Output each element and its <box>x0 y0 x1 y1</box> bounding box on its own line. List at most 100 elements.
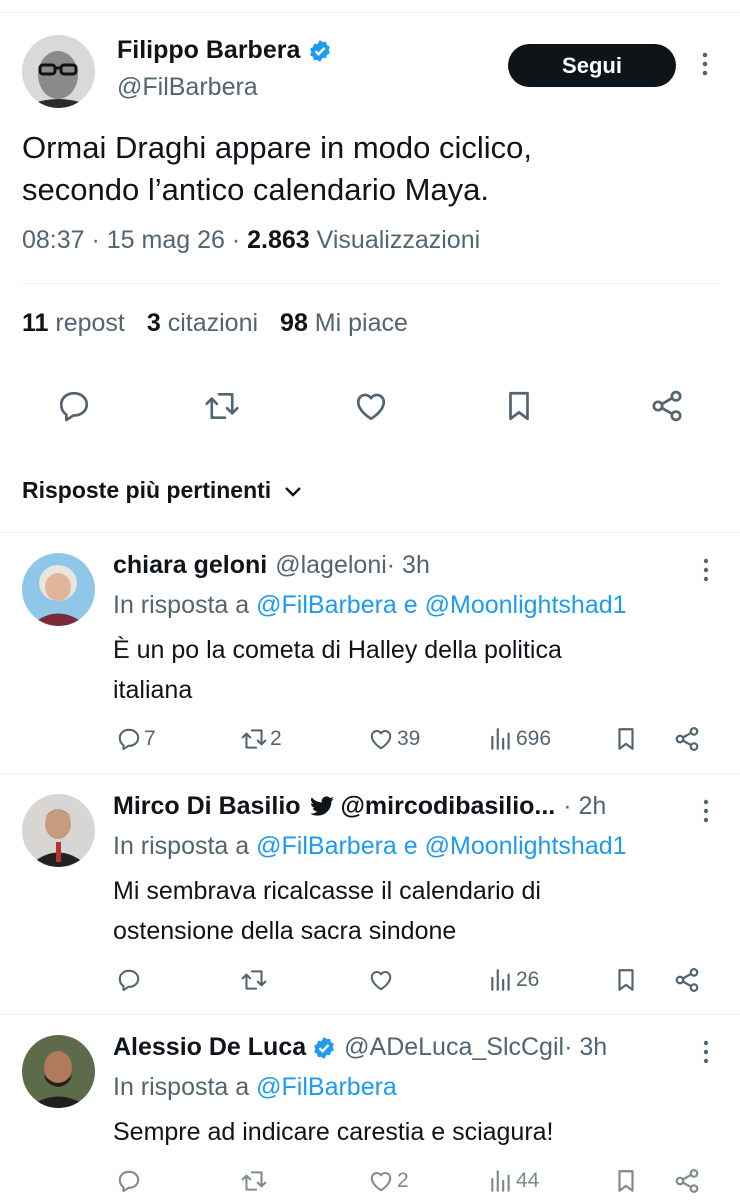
avatar[interactable] <box>22 35 95 108</box>
bookmark-icon[interactable] <box>499 386 539 426</box>
reply-author-handle[interactable]: @mircodibasilio... <box>341 792 556 821</box>
repost-icon <box>240 726 268 752</box>
reply-icon[interactable] <box>116 964 142 996</box>
reposts-count: 11 <box>22 309 49 337</box>
views-icon <box>488 967 514 993</box>
reply-header: Mirco Di Basilio @mircodibasilio... · 2h <box>113 792 606 821</box>
in-reply-to: In risposta a @FilBarbera e @Moonlightsh… <box>113 832 627 861</box>
share-icon[interactable] <box>673 964 701 996</box>
reply-tweet[interactable]: chiara geloni @lageloni · 3h In risposta… <box>0 533 740 773</box>
reply-text: Mi sembrava ricalcasse il calendario di … <box>113 871 713 951</box>
views-icon <box>488 1168 514 1194</box>
reply-text: Sempre ad indicare carestia e sciagura! <box>113 1112 713 1152</box>
in-reply-to: In risposta a @FilBarbera <box>113 1073 397 1102</box>
author-handle[interactable]: @FilBarbera <box>117 73 258 102</box>
in-reply-prefix: In risposta a <box>113 1073 257 1101</box>
like-count: 39 <box>397 727 421 750</box>
views-action[interactable]: 26 <box>488 964 539 996</box>
more-options-icon[interactable] <box>696 1039 716 1065</box>
tweet-text-line: secondo l’antico calendario Maya. <box>22 172 489 207</box>
views-count: 696 <box>516 727 552 750</box>
quotes-stat[interactable]: 3 citazioni <box>147 309 258 338</box>
like-action[interactable]: 39 <box>367 723 420 755</box>
in-reply-prefix: In risposta a <box>113 832 257 860</box>
reply-header: Alessio De Luca @ADeLuca_SlcCgil · 3h <box>113 1033 607 1062</box>
reply-text: È un po la cometa di Halley della politi… <box>113 630 713 710</box>
avatar[interactable] <box>22 794 95 867</box>
tweet-time[interactable]: 08:37 · 15 mag 26 · <box>22 226 247 254</box>
reply-text-line: ostensione della sacra sindone <box>113 917 457 945</box>
tweet-text-line: Ormai Draghi appare in modo ciclico, <box>22 130 532 165</box>
more-options-icon[interactable] <box>696 557 716 583</box>
views-count: 26 <box>516 968 540 991</box>
views-icon <box>488 726 514 752</box>
reply-header: chiara geloni @lageloni · 3h <box>113 551 430 580</box>
in-reply-to: In risposta a @FilBarbera e @Moonlightsh… <box>113 591 627 620</box>
tweet-meta: 08:37 · 15 mag 26 · 2.863 Visualizzazion… <box>22 226 480 255</box>
chevron-down-icon <box>283 484 303 498</box>
sort-dropdown[interactable]: Risposte più pertinenti <box>22 477 303 504</box>
repost-action[interactable]: 2 <box>240 723 282 755</box>
tweet-text: Ormai Draghi appare in modo ciclico, sec… <box>22 127 702 211</box>
in-reply-prefix: In risposta a <box>113 591 257 619</box>
likes-stat[interactable]: 98 Mi piace <box>280 309 408 338</box>
like-count: 2 <box>397 1169 409 1192</box>
views-action[interactable]: 44 <box>488 1165 539 1197</box>
bird-icon <box>309 795 335 818</box>
views-count: 44 <box>516 1169 540 1192</box>
reply-author-name[interactable]: chiara geloni <box>113 551 267 580</box>
reply-author-name[interactable]: Alessio De Luca <box>113 1033 306 1062</box>
bookmark-icon[interactable] <box>613 964 639 996</box>
tweet-actions <box>0 386 740 426</box>
share-icon[interactable] <box>673 723 701 755</box>
in-reply-link[interactable]: @FilBarbera e @Moonlightshad1 <box>256 832 626 860</box>
in-reply-link[interactable]: @FilBarbera e @Moonlightshad1 <box>256 591 626 619</box>
verified-badge-icon <box>312 1036 336 1060</box>
quotes-count: 3 <box>146 309 161 337</box>
share-icon[interactable] <box>647 386 687 426</box>
repost-icon[interactable] <box>202 386 242 426</box>
follow-button[interactable]: Segui <box>508 44 676 87</box>
divider <box>22 283 720 284</box>
repost-icon[interactable] <box>240 1165 268 1197</box>
like-icon[interactable] <box>367 964 395 996</box>
reply-actions: 26 <box>0 964 740 996</box>
reply-icon[interactable] <box>116 1165 142 1197</box>
reply-author-handle[interactable]: @lageloni <box>275 551 387 580</box>
reply-text-line: Mi sembrava ricalcasse il calendario di <box>113 877 541 905</box>
quotes-label: citazioni <box>160 309 259 337</box>
reply-text-line: È un po la cometa di Halley della politi… <box>113 636 562 664</box>
reply-icon[interactable] <box>54 386 94 426</box>
views-label: Visualizzazioni <box>309 226 481 254</box>
reply-author-handle[interactable]: @ADeLuca_SlcCgil <box>344 1033 564 1062</box>
repost-count: 2 <box>270 727 282 750</box>
reposts-stat[interactable]: 11 repost <box>22 309 125 338</box>
views-action[interactable]: 696 <box>488 723 551 755</box>
share-icon[interactable] <box>673 1165 701 1197</box>
author-name-text[interactable]: Filippo Barbera <box>117 36 300 65</box>
likes-count: 98 <box>280 309 308 337</box>
bookmark-icon[interactable] <box>613 1165 639 1197</box>
reply-tweet[interactable]: Alessio De Luca @ADeLuca_SlcCgil · 3h In… <box>0 1015 740 1200</box>
reply-time[interactable]: · 2h <box>563 792 606 821</box>
views-count: 2.863 <box>247 226 310 254</box>
reply-author-name[interactable]: Mirco Di Basilio <box>113 792 301 821</box>
repost-icon[interactable] <box>240 964 268 996</box>
bookmark-icon[interactable] <box>613 723 639 755</box>
verified-badge-icon <box>308 39 332 63</box>
avatar[interactable] <box>22 1035 95 1108</box>
reply-action[interactable]: 7 <box>116 723 156 755</box>
in-reply-link[interactable]: @FilBarbera <box>256 1073 397 1101</box>
like-icon[interactable] <box>351 386 391 426</box>
more-options-icon[interactable] <box>696 798 716 824</box>
reply-time[interactable]: · 3h <box>564 1033 607 1062</box>
like-action[interactable]: 2 <box>367 1165 409 1197</box>
like-icon <box>367 1168 395 1194</box>
avatar[interactable] <box>22 553 95 626</box>
like-icon <box>367 726 395 752</box>
author-name[interactable]: Filippo Barbera <box>117 36 332 65</box>
reply-time[interactable]: · 3h <box>387 551 430 580</box>
more-options-icon[interactable] <box>694 50 716 78</box>
reply-tweet[interactable]: Mirco Di Basilio @mircodibasilio... · 2h… <box>0 774 740 1014</box>
top-divider <box>0 12 740 13</box>
